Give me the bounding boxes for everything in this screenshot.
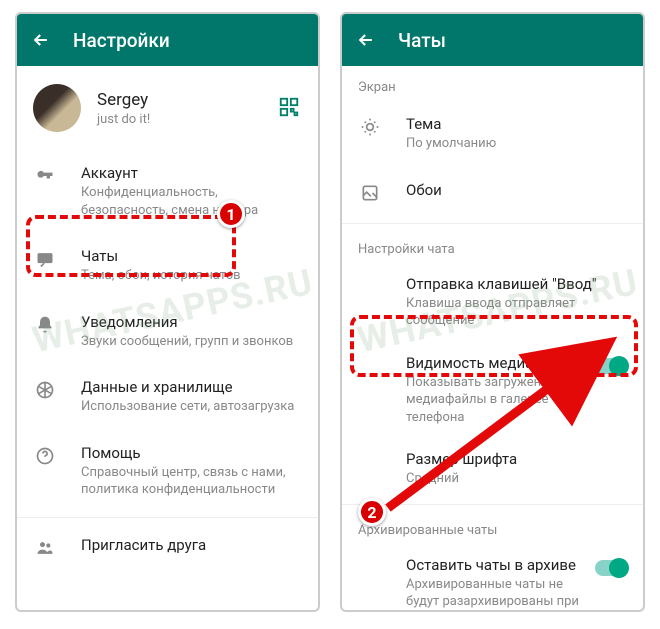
item-subtitle: Средний: [406, 470, 627, 488]
people-icon: [33, 536, 57, 560]
item-title: Уведомления: [81, 313, 302, 331]
settings-item-help[interactable]: Помощь Справочный центр, связь с нами, п…: [17, 430, 318, 513]
page-title: Чаты: [398, 29, 446, 52]
item-title: Помощь: [81, 444, 302, 462]
settings-item-notifications[interactable]: Уведомления Звуки сообщений, групп и зво…: [17, 299, 318, 365]
item-subtitle: Клавиша ввода отправляет сообщение: [406, 295, 627, 330]
wallpaper-icon: [358, 181, 382, 205]
key-icon: [33, 164, 57, 188]
chat-icon: [33, 247, 57, 271]
theme-icon: [358, 115, 382, 139]
step-badge-2: 2: [358, 498, 386, 526]
item-title: Видимость медиа: [406, 354, 595, 372]
keep-archived-item[interactable]: Оставить чаты в архиве Архивированные ча…: [342, 544, 643, 610]
item-title: Тема: [406, 115, 627, 133]
avatar: [33, 84, 81, 132]
app-header: Чаты: [342, 14, 643, 66]
item-title: Обои: [406, 181, 627, 199]
profile-row[interactable]: Sergey just do it!: [17, 66, 318, 150]
settings-screen: Настройки Sergey just do it! Аккаунт Кон…: [15, 12, 320, 612]
item-subtitle: Конфиденциальность, безопасность, смена …: [81, 184, 302, 219]
media-visibility-item[interactable]: Видимость медиа Показывать загруженные м…: [342, 342, 643, 439]
font-size-item[interactable]: Размер шрифта Средний: [342, 438, 643, 500]
item-subtitle: По умолчанию: [406, 135, 627, 153]
page-title: Настройки: [73, 29, 170, 52]
item-subtitle: Архивированные чаты не будут разархивиро…: [406, 576, 595, 610]
data-icon: [33, 378, 57, 402]
wallpaper-item[interactable]: Обои: [342, 167, 643, 219]
profile-name: Sergey: [97, 90, 278, 110]
item-title: Данные и хранилище: [81, 378, 302, 396]
item-title: Отправка клавишей "Ввод": [406, 275, 627, 293]
item-title: Аккаунт: [81, 164, 302, 182]
settings-item-chats[interactable]: Чаты Тема, обои, история чатов: [17, 233, 318, 299]
item-subtitle: Показывать загруженные медиафайлы в гале…: [406, 374, 595, 427]
section-archived: Архивированные чаты: [342, 509, 643, 544]
settings-item-storage[interactable]: Данные и хранилище Использование сети, а…: [17, 364, 318, 430]
theme-item[interactable]: Тема По умолчанию: [342, 101, 643, 167]
section-chat-settings: Настройки чата: [342, 228, 643, 263]
qr-icon[interactable]: [278, 96, 302, 120]
profile-status: just do it!: [97, 112, 278, 127]
item-title: Пригласить друга: [81, 536, 302, 554]
section-display: Экран: [342, 66, 643, 101]
item-title: Чаты: [81, 247, 302, 265]
settings-item-invite[interactable]: Пригласить друга: [17, 522, 318, 574]
settings-item-account[interactable]: Аккаунт Конфиденциальность, безопасность…: [17, 150, 318, 233]
help-icon: [33, 444, 57, 468]
app-header: Настройки: [17, 14, 318, 66]
step-badge-1: 1: [217, 200, 245, 228]
media-visibility-toggle[interactable]: [595, 358, 627, 374]
item-subtitle: Справочный центр, связь с нами, политика…: [81, 464, 302, 499]
keep-archived-toggle[interactable]: [595, 560, 627, 576]
bell-icon: [33, 313, 57, 337]
chats-settings-screen: Чаты Экран Тема По умолчанию Обои Настро…: [340, 12, 645, 612]
item-subtitle: Тема, обои, история чатов: [81, 267, 302, 285]
item-subtitle: Использование сети, автозагрузка: [81, 398, 302, 416]
item-title: Размер шрифта: [406, 450, 627, 468]
item-title: Оставить чаты в архиве: [406, 556, 595, 574]
back-icon[interactable]: [29, 28, 53, 52]
back-icon[interactable]: [354, 28, 378, 52]
enter-send-item[interactable]: Отправка клавишей "Ввод" Клавиша ввода о…: [342, 263, 643, 342]
item-subtitle: Звуки сообщений, групп и звонков: [81, 333, 302, 351]
